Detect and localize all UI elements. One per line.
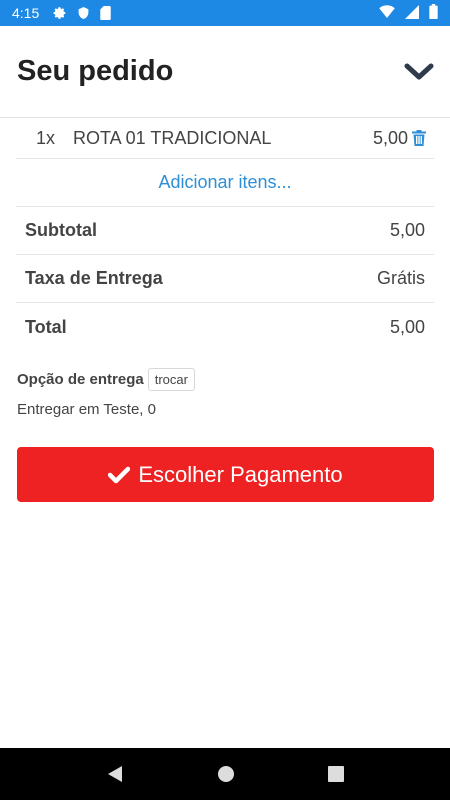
system-nav-bar	[0, 748, 450, 800]
total-value: 5,00	[389, 316, 425, 337]
settings-icon	[53, 6, 67, 20]
delivery-fee-row: Taxa de Entrega Grátis	[16, 255, 434, 303]
battery-icon	[429, 4, 438, 22]
delivery-address: Entregar em Teste, 0	[17, 401, 156, 418]
item-price: 5,00	[372, 127, 408, 148]
check-icon	[108, 466, 131, 484]
total-label: Total	[25, 316, 67, 337]
page-title: Seu pedido	[17, 55, 174, 87]
delivery-option: Opção de entrega trocar Entregar em Test…	[17, 368, 433, 418]
home-icon[interactable]	[217, 765, 235, 783]
item-quantity: 1x	[35, 127, 55, 148]
order-item-row: 1x ROTA 01 TRADICIONAL 5,00	[16, 118, 434, 159]
trash-icon[interactable]	[412, 130, 426, 146]
choose-payment-label: Escolher Pagamento	[138, 461, 343, 487]
delivery-option-label: Opção de entrega	[17, 371, 144, 388]
change-delivery-button[interactable]: trocar	[147, 368, 195, 391]
status-time: 4:15	[12, 5, 40, 21]
total-row: Total 5,00	[16, 303, 434, 351]
wifi-icon	[379, 5, 395, 21]
order-header: Seu pedido	[0, 26, 450, 118]
delivery-fee-label: Taxa de Entrega	[25, 268, 163, 288]
chevron-down-icon[interactable]	[404, 62, 434, 82]
back-icon[interactable]	[106, 765, 124, 783]
signal-icon	[405, 4, 419, 22]
choose-payment-button[interactable]: Escolher Pagamento	[17, 447, 434, 502]
subtotal-label: Subtotal	[25, 220, 97, 240]
sd-card-icon	[100, 6, 111, 20]
recents-icon[interactable]	[327, 766, 344, 782]
subtotal-row: Subtotal 5,00	[16, 207, 434, 255]
delivery-fee-value: Grátis	[376, 268, 425, 288]
shield-icon	[77, 6, 90, 20]
add-items-link[interactable]: Adicionar itens...	[16, 159, 434, 207]
item-name: ROTA 01 TRADICIONAL	[73, 127, 272, 148]
subtotal-value: 5,00	[389, 220, 425, 240]
status-bar: 4:15	[0, 0, 450, 26]
order-content: 1x ROTA 01 TRADICIONAL 5,00 Adicionar it…	[0, 118, 450, 418]
